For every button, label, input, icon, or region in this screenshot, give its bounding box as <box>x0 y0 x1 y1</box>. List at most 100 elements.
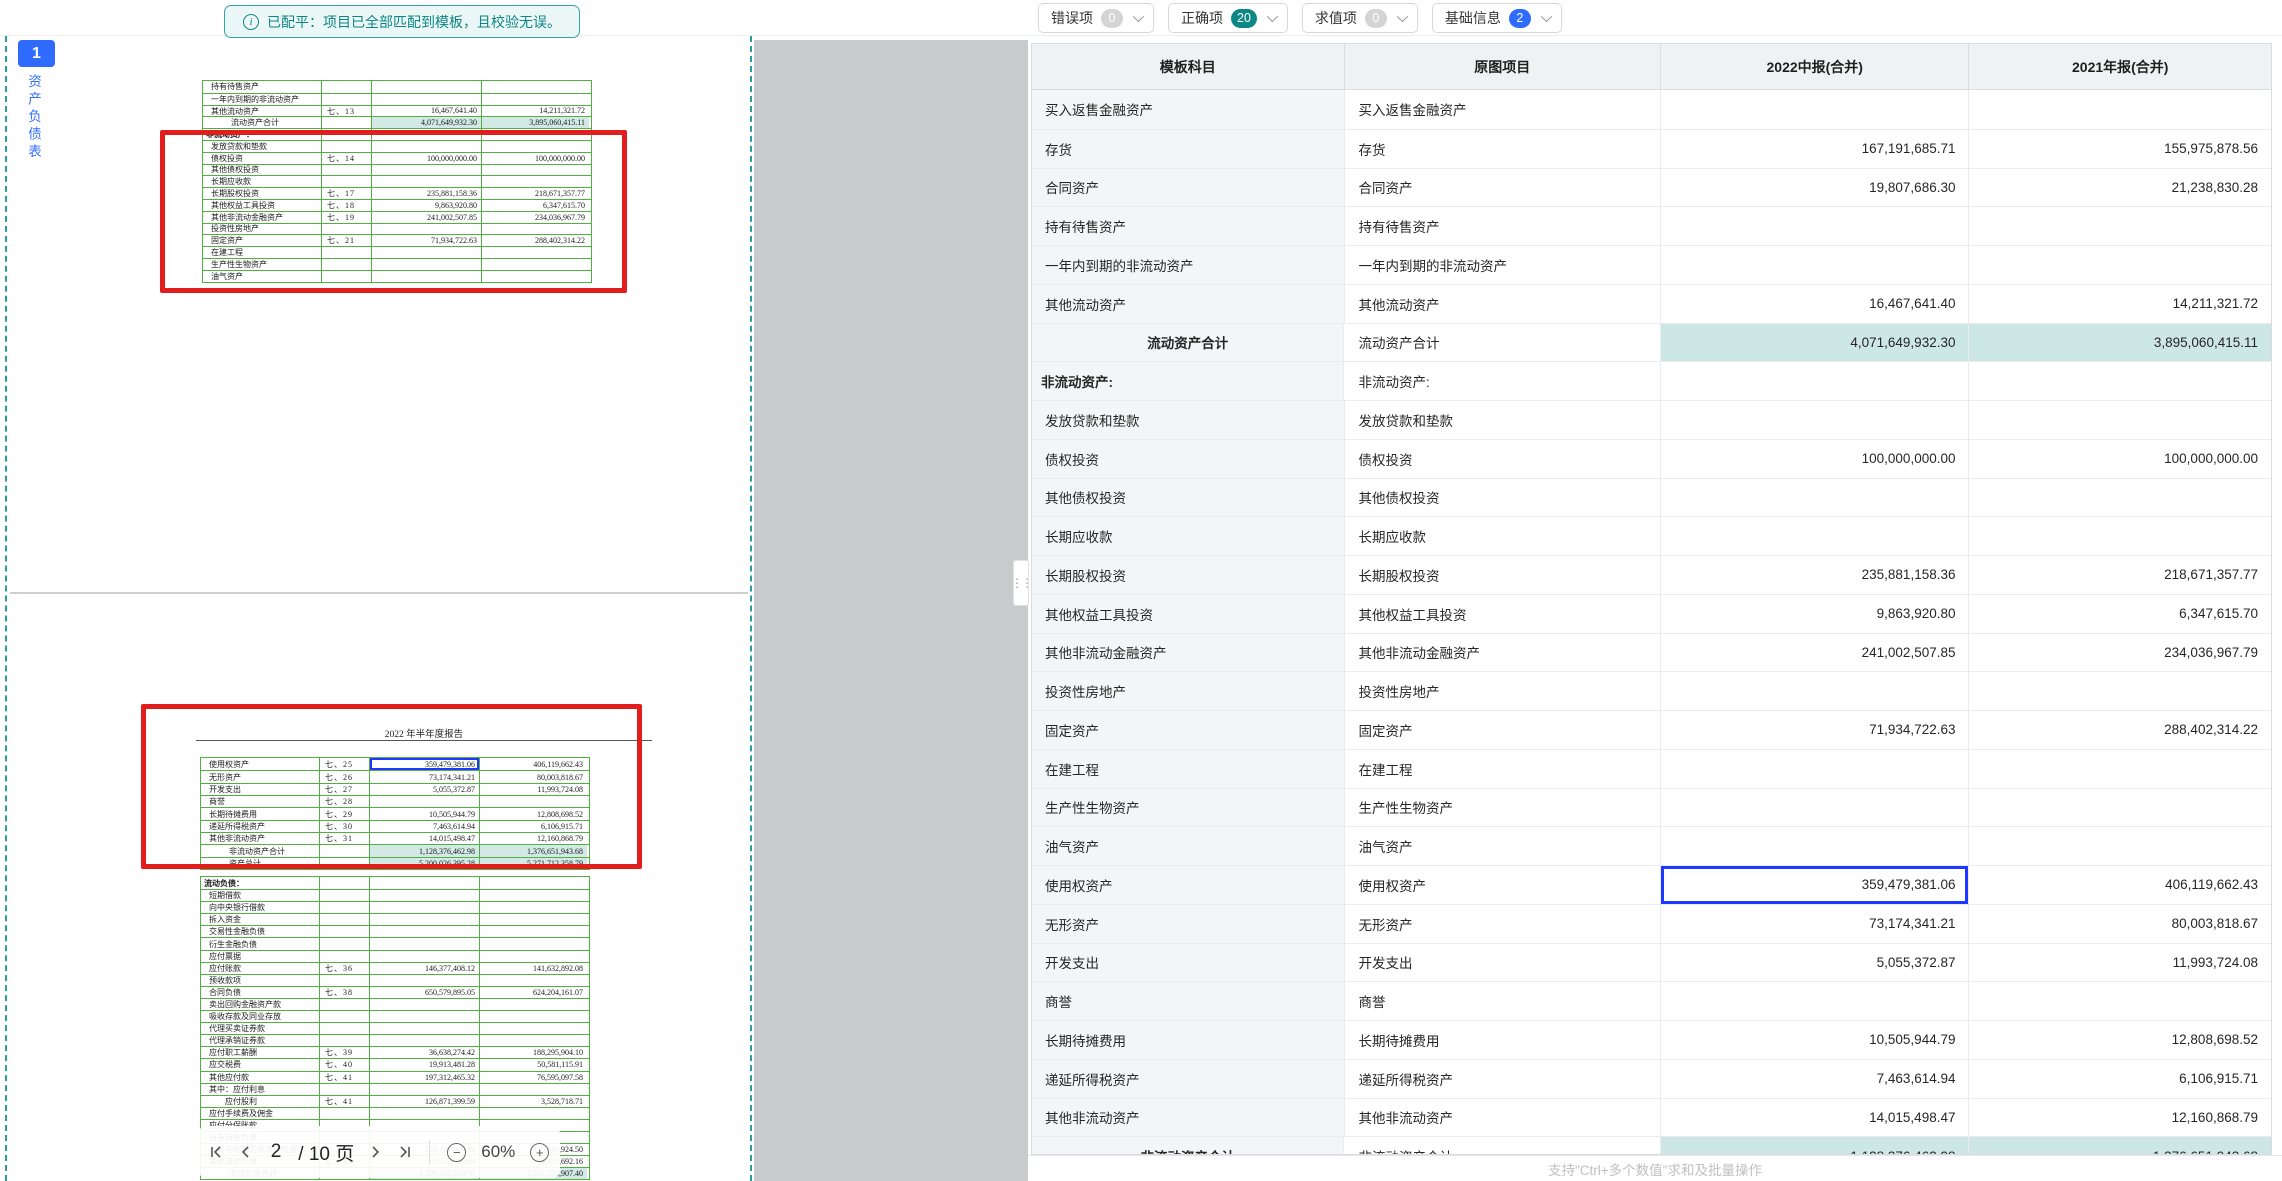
table-row[interactable]: 使用权资产使用权资产359,479,381.06406,119,662.43 <box>1032 865 2271 904</box>
table-row[interactable]: 发放贷款和垫款发放贷款和垫款 <box>1032 400 2271 439</box>
value-2022-cell[interactable]: 73,174,341.21 <box>1660 905 1969 943</box>
value-2022-cell[interactable] <box>1660 362 1969 400</box>
batch-operation-hint: 支持"Ctrl+多个数值"求和及批量操作 <box>1028 1155 2282 1181</box>
table-row[interactable]: 其他权益工具投资其他权益工具投资9,863,920.806,347,615.70 <box>1032 594 2271 633</box>
table-row[interactable]: 持有待售资产持有待售资产 <box>1032 206 2271 245</box>
table-row[interactable]: 商誉商誉 <box>1032 981 2271 1020</box>
table-row[interactable]: 流动资产合计流动资产合计4,071,649,932.303,895,060,41… <box>1032 323 2271 362</box>
value-2022-cell[interactable] <box>1660 750 1969 788</box>
value-2022-cell[interactable]: 167,191,685.71 <box>1660 130 1969 168</box>
value-2021-cell[interactable] <box>1968 672 2271 710</box>
value-2022-cell[interactable] <box>1660 246 1969 284</box>
value-2021-cell[interactable] <box>1968 982 2271 1020</box>
value-2021-cell[interactable]: 3,895,060,415.11 <box>1968 324 2271 362</box>
value-2021-cell[interactable]: 12,160,868.79 <box>1968 1099 2271 1137</box>
value-2021-cell[interactable]: 155,975,878.56 <box>1968 130 2271 168</box>
value-2022-cell[interactable] <box>1660 479 1969 517</box>
value-2021-cell[interactable] <box>1968 207 2271 245</box>
sheet-tab-label[interactable]: 资产负债表 <box>23 74 43 162</box>
value-2022-cell[interactable] <box>1660 789 1969 827</box>
value-2021-cell[interactable] <box>1968 789 2271 827</box>
panel-drag-handle[interactable]: ⋮⋮ <box>1013 560 1029 606</box>
value-2021-cell[interactable]: 288,402,314.22 <box>1968 711 2271 749</box>
value-2022-cell[interactable]: 359,479,381.06 <box>1660 866 1969 904</box>
table-row[interactable]: 长期股权投资长期股权投资235,881,158.36218,671,357.77 <box>1032 555 2271 594</box>
table-row[interactable]: 递延所得税资产递延所得税资产7,463,614.946,106,915.71 <box>1032 1059 2271 1098</box>
filter-dropdown-错误项[interactable]: 错误项0 <box>1038 3 1154 33</box>
value-2022-cell[interactable] <box>1660 517 1969 555</box>
value-2021-cell[interactable] <box>1968 246 2271 284</box>
value-2022-cell[interactable] <box>1660 401 1969 439</box>
table-row[interactable]: 油气资产油气资产 <box>1032 826 2271 865</box>
value-2021-cell[interactable] <box>1968 401 2271 439</box>
filter-dropdown-正确项[interactable]: 正确项20 <box>1168 3 1288 33</box>
value-2022-cell[interactable]: 5,055,372.87 <box>1660 944 1969 982</box>
table-row[interactable]: 无形资产无形资产73,174,341.2180,003,818.67 <box>1032 904 2271 943</box>
table-row[interactable]: 其他非流动资产其他非流动资产14,015,498.4712,160,868.79 <box>1032 1098 2271 1137</box>
value-2022-cell[interactable]: 1,128,376,462.98 <box>1660 1137 1969 1155</box>
value-2021-cell[interactable]: 234,036,967.79 <box>1968 634 2271 672</box>
table-row[interactable]: 投资性房地产投资性房地产 <box>1032 671 2271 710</box>
filter-dropdown-求值项[interactable]: 求值项0 <box>1302 3 1418 33</box>
value-2022-cell[interactable]: 14,015,498.47 <box>1660 1099 1969 1137</box>
value-2021-cell[interactable]: 6,106,915.71 <box>1968 1060 2271 1098</box>
prev-page-button[interactable] <box>238 1144 254 1160</box>
value-2022-cell[interactable]: 4,071,649,932.30 <box>1660 324 1969 362</box>
last-page-button[interactable] <box>396 1144 412 1160</box>
value-2021-cell[interactable]: 406,119,662.43 <box>1968 866 2271 904</box>
current-page-number[interactable]: 2 <box>271 1141 282 1163</box>
zoom-in-button[interactable]: + <box>530 1143 549 1162</box>
value-2022-cell[interactable]: 100,000,000.00 <box>1660 440 1969 478</box>
value-2022-cell[interactable]: 9,863,920.80 <box>1660 595 1969 633</box>
value-2022-cell[interactable]: 10,505,944.79 <box>1660 1021 1969 1059</box>
value-2022-cell[interactable] <box>1660 207 1969 245</box>
value-2022-cell[interactable]: 16,467,641.40 <box>1660 285 1969 323</box>
table-row[interactable]: 非流动资产合计非流动资产合计1,128,376,462.981,376,651,… <box>1032 1136 2271 1155</box>
sheet-tab-number[interactable]: 1 <box>18 40 55 67</box>
table-row[interactable]: 债权投资债权投资100,000,000.00100,000,000.00 <box>1032 439 2271 478</box>
filter-dropdown-基础信息[interactable]: 基础信息2 <box>1432 3 1562 33</box>
value-2022-cell[interactable] <box>1660 90 1969 129</box>
next-page-button[interactable] <box>367 1144 383 1160</box>
table-row[interactable]: 固定资产固定资产71,934,722.63288,402,314.22 <box>1032 710 2271 749</box>
table-row[interactable]: 其他债权投资其他债权投资 <box>1032 478 2271 517</box>
value-2021-cell[interactable] <box>1968 517 2271 555</box>
value-2022-cell[interactable]: 71,934,722.63 <box>1660 711 1969 749</box>
value-2022-cell[interactable] <box>1660 827 1969 865</box>
value-2021-cell[interactable]: 12,808,698.52 <box>1968 1021 2271 1059</box>
value-2022-cell[interactable]: 235,881,158.36 <box>1660 556 1969 594</box>
value-2021-cell[interactable]: 11,993,724.08 <box>1968 944 2271 982</box>
table-row[interactable]: 在建工程在建工程 <box>1032 749 2271 788</box>
value-2021-cell[interactable] <box>1968 750 2271 788</box>
value-2021-cell[interactable]: 6,347,615.70 <box>1968 595 2271 633</box>
value-2021-cell[interactable]: 14,211,321.72 <box>1968 285 2271 323</box>
table-row[interactable]: 长期应收款长期应收款 <box>1032 516 2271 555</box>
table-row[interactable]: 其他流动资产其他流动资产16,467,641.4014,211,321.72 <box>1032 284 2271 323</box>
value-2021-cell[interactable] <box>1968 362 2271 400</box>
table-row[interactable]: 存货存货167,191,685.71155,975,878.56 <box>1032 129 2271 168</box>
value-2021-cell[interactable] <box>1968 90 2271 129</box>
zoom-out-button[interactable]: − <box>447 1143 466 1162</box>
table-row[interactable]: 长期待摊费用长期待摊费用10,505,944.7912,808,698.52 <box>1032 1020 2271 1059</box>
value-2022-cell[interactable] <box>1660 982 1969 1020</box>
value-2021-cell[interactable]: 1,376,651,943.68 <box>1968 1137 2271 1155</box>
value-2021-cell[interactable]: 100,000,000.00 <box>1968 440 2271 478</box>
value-2022-cell[interactable]: 7,463,614.94 <box>1660 1060 1969 1098</box>
value-2022-cell[interactable] <box>1660 672 1969 710</box>
doc-cell: 七、40 <box>319 1059 369 1070</box>
table-row[interactable]: 开发支出开发支出5,055,372.8711,993,724.08 <box>1032 943 2271 982</box>
table-row[interactable]: 非流动资产:非流动资产: <box>1032 361 2271 400</box>
table-row[interactable]: 买入返售金融资产买入返售金融资产 <box>1032 90 2271 129</box>
table-row[interactable]: 生产性生物资产生产性生物资产 <box>1032 788 2271 827</box>
value-2022-cell[interactable]: 241,002,507.85 <box>1660 634 1969 672</box>
value-2021-cell[interactable]: 218,671,357.77 <box>1968 556 2271 594</box>
first-page-button[interactable] <box>209 1144 225 1160</box>
table-row[interactable]: 其他非流动金融资产其他非流动金融资产241,002,507.85234,036,… <box>1032 633 2271 672</box>
value-2021-cell[interactable]: 80,003,818.67 <box>1968 905 2271 943</box>
table-row[interactable]: 合同资产合同资产19,807,686.3021,238,830.28 <box>1032 168 2271 207</box>
value-2021-cell[interactable] <box>1968 479 2271 517</box>
value-2021-cell[interactable] <box>1968 827 2271 865</box>
table-row[interactable]: 一年内到期的非流动资产一年内到期的非流动资产 <box>1032 245 2271 284</box>
value-2021-cell[interactable]: 21,238,830.28 <box>1968 169 2271 207</box>
value-2022-cell[interactable]: 19,807,686.30 <box>1660 169 1969 207</box>
